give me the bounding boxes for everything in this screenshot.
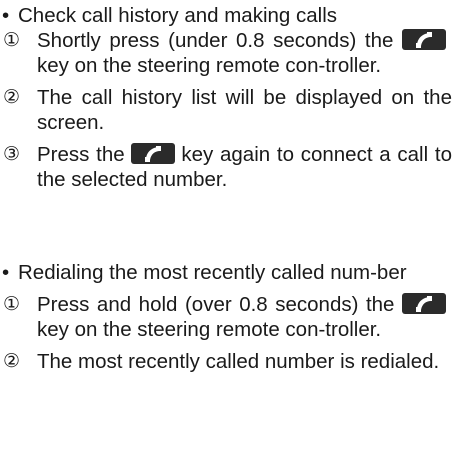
call-key-icon: [402, 29, 446, 50]
redial-section: • Redialing the most recently called num…: [0, 260, 452, 374]
call-key-icon: [131, 143, 176, 164]
step-text: The call history list will be displayed …: [37, 86, 452, 134]
heading-text: Redialing the most recently called num-b…: [18, 261, 407, 284]
step-number: ①: [3, 294, 21, 315]
step-number: ①: [3, 30, 21, 51]
step-2: ② The call history list will be displaye…: [0, 85, 452, 135]
manual-page: • Check call history and making calls ① …: [0, 0, 452, 450]
call-history-section: • Check call history and making calls ① …: [0, 3, 452, 192]
step-3: ③ Press the key again to connect a call …: [0, 142, 452, 192]
step-text: Shortly press (under 0.8 seconds) the: [37, 29, 394, 52]
step-number: ②: [3, 351, 21, 372]
section-heading: • Check call history and making calls: [0, 3, 448, 28]
step-number: ②: [3, 87, 21, 108]
call-key-icon: [402, 293, 447, 314]
bullet-marker: •: [2, 261, 10, 284]
step-text-cont: key on the steering remote con-troller.: [37, 318, 382, 341]
step-text: Press the: [37, 143, 125, 166]
step-number: ③: [3, 144, 21, 165]
step-text: The most recently called number is redia…: [37, 350, 440, 373]
step-text-cont: key on the steering remote con-troller.: [37, 54, 382, 77]
section-heading: • Redialing the most recently called num…: [0, 260, 448, 285]
heading-text: Check call history and making calls: [18, 4, 338, 27]
bullet-marker: •: [2, 4, 10, 27]
step-2: ② The most recently called number is red…: [0, 349, 452, 374]
step-1: ① Press and hold (over 0.8 seconds) the …: [0, 292, 452, 342]
step-text: Press and hold (over 0.8 seconds) the: [37, 293, 395, 316]
step-1: ① Shortly press (under 0.8 seconds) the …: [0, 28, 452, 78]
